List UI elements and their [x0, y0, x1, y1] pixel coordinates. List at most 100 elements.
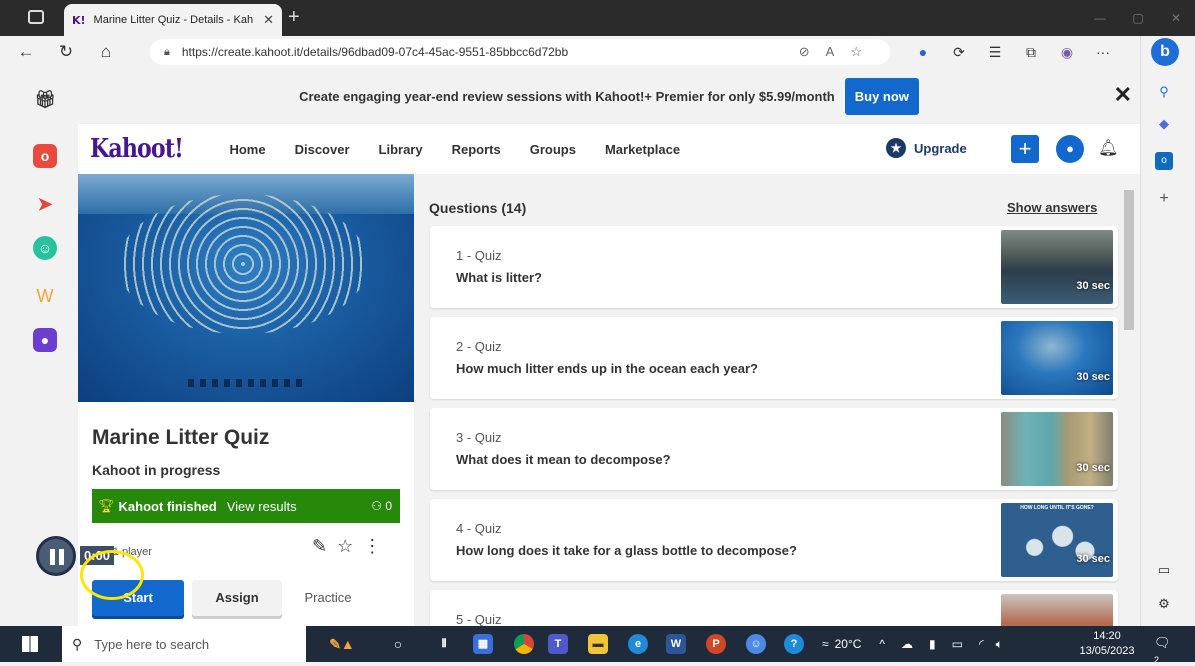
scrollbar[interactable]: [1122, 174, 1136, 626]
outlook-icon[interactable]: o: [1155, 152, 1173, 170]
usb-icon[interactable]: ▮: [929, 637, 936, 651]
app-icon[interactable]: ☺: [746, 634, 766, 654]
more-options-icon[interactable]: ⋮: [363, 536, 391, 556]
favorite-star-icon[interactable]: ☆: [337, 536, 363, 556]
app-orange-icon[interactable]: o: [33, 144, 57, 168]
weather-icon[interactable]: ≈: [822, 637, 829, 651]
app-chat-icon[interactable]: ☺: [33, 236, 57, 260]
nav-groups[interactable]: Groups: [530, 142, 576, 157]
help-icon[interactable]: ?: [784, 634, 804, 654]
add-sidebar-app-icon[interactable]: +: [1155, 190, 1173, 208]
favorite-icon[interactable]: ☆: [850, 44, 878, 59]
app-w-icon[interactable]: W: [33, 284, 57, 308]
address-bar[interactable]: 🔒︎ https://create.kahoot.it/details/96db…: [150, 39, 890, 65]
home-icon[interactable]: ⌂: [92, 42, 120, 62]
minimize-icon[interactable]: —: [1081, 0, 1119, 36]
clock-date: 13/05/2023: [1079, 645, 1135, 657]
tab-actions-icon[interactable]: [28, 10, 44, 24]
view-results-link[interactable]: View results: [227, 499, 297, 514]
question-card[interactable]: 1 - Quiz What is litter? 30 sec: [430, 226, 1118, 308]
clock[interactable]: 14:20 13/05/2023: [1078, 629, 1136, 659]
onedrive-icon[interactable]: ☁: [901, 637, 913, 651]
upgrade-button[interactable]: ★ Upgrade: [886, 138, 967, 158]
refresh-icon[interactable]: ↻: [52, 42, 80, 62]
task-view-icon[interactable]: ⫴: [434, 634, 454, 654]
sidebar-settings-icon[interactable]: ⚙: [1155, 596, 1173, 614]
nav-reports[interactable]: Reports: [452, 142, 501, 157]
practice-button[interactable]: Practice: [288, 580, 368, 616]
edit-icon[interactable]: ✎: [312, 536, 337, 556]
cursor-highlight: [80, 550, 144, 600]
favorites-icon[interactable]: ☰: [977, 44, 1013, 61]
back-icon[interactable]: ←: [12, 42, 40, 62]
question-card[interactable]: 2 - Quiz How much litter ends up in the …: [430, 317, 1118, 399]
store-icon[interactable]: ▦: [473, 634, 493, 654]
browser-tab[interactable]: K! Marine Litter Quiz - Details - Kah ✕: [64, 4, 282, 36]
cover-image: [78, 174, 414, 402]
tab-close-icon[interactable]: ✕: [263, 12, 274, 28]
kahoot-logo[interactable]: Kahoot!: [90, 134, 184, 164]
teams-icon[interactable]: T: [548, 634, 568, 654]
top-nav: Kahoot! Home Discover Library Reports Gr…: [78, 124, 1140, 174]
chrome-icon[interactable]: [514, 634, 534, 654]
weather-temp[interactable]: 20°C: [835, 637, 862, 651]
widgets-icon[interactable]: ✎▲: [318, 634, 366, 654]
nav-home[interactable]: Home: [229, 142, 265, 157]
word-icon[interactable]: W: [666, 634, 686, 654]
file-explorer-icon[interactable]: ▬: [588, 634, 608, 654]
banner-close-icon[interactable]: ✕: [1114, 82, 1132, 108]
volume-icon[interactable]: 🔈︎: [996, 637, 1003, 652]
sidebar-layout-icon[interactable]: ▭: [1155, 562, 1173, 580]
url-text: https://create.kahoot.it/details/96dbad0…: [181, 45, 569, 59]
new-tab-icon[interactable]: +: [288, 6, 300, 29]
gift-icon[interactable]: 🎁︎: [33, 88, 57, 112]
window-close-icon[interactable]: ✕: [1157, 0, 1195, 36]
kahoot-finished-bar[interactable]: 🏆︎ Kahoot finished View results ⚇ 0: [92, 489, 400, 523]
search-icon[interactable]: ⚲: [1155, 84, 1173, 102]
nav-library[interactable]: Library: [379, 142, 423, 157]
assign-button[interactable]: Assign: [192, 580, 282, 616]
buy-now-button[interactable]: Buy now: [844, 77, 919, 115]
scrollbar-thumb[interactable]: [1124, 190, 1134, 330]
extension-icon[interactable]: ⊘: [799, 44, 826, 59]
question-time: 30 sec: [1076, 553, 1110, 565]
profile-icon[interactable]: ◉: [1049, 44, 1085, 61]
nav-discover[interactable]: Discover: [295, 142, 350, 157]
nav-marketplace[interactable]: Marketplace: [605, 142, 680, 157]
edge-icon[interactable]: e: [628, 634, 648, 654]
tray-chevron-icon[interactable]: ^: [879, 637, 885, 651]
maximize-icon[interactable]: ▢: [1119, 0, 1157, 36]
question-card[interactable]: 4 - Quiz How long does it take for a gla…: [430, 499, 1118, 581]
wifi-icon[interactable]: ◜: [979, 637, 984, 651]
avatar[interactable]: ●: [1056, 135, 1084, 163]
windows-start-icon[interactable]: [22, 636, 38, 652]
bell-icon[interactable]: 🔔︎: [1098, 138, 1118, 158]
read-aloud-icon[interactable]: A: [826, 44, 851, 59]
taskbar-search[interactable]: ⚲ Type here to search: [62, 626, 306, 662]
question-thumbnail: 30 sec: [1001, 412, 1113, 486]
question-card[interactable]: 3 - Quiz What does it mean to decompose?…: [430, 408, 1118, 490]
battery-icon[interactable]: ▭: [952, 637, 963, 651]
show-answers-button[interactable]: Show answers: [1007, 200, 1097, 215]
finished-label: Kahoot finished: [118, 498, 217, 514]
shield-icon[interactable]: ●: [905, 44, 941, 60]
more-icon[interactable]: ···: [1085, 44, 1121, 60]
extensions-icon[interactable]: ⟳: [941, 44, 977, 61]
lock-icon: 🔒︎: [164, 45, 170, 58]
bing-chat-icon[interactable]: b: [1151, 38, 1179, 66]
notifications-icon[interactable]: 🗨︎2: [1154, 635, 1172, 665]
collections-icon[interactable]: ⧉: [1013, 44, 1049, 61]
shopping-icon[interactable]: ◆: [1155, 116, 1173, 134]
powerpoint-icon[interactable]: P: [706, 634, 726, 654]
question-type: 5 - Quiz: [456, 612, 502, 626]
question-card[interactable]: 5 - Quiz: [430, 590, 1118, 626]
recorder-pause-button[interactable]: [36, 536, 76, 576]
app-face-icon[interactable]: ●: [33, 328, 57, 352]
question-time: 30 sec: [1076, 462, 1110, 474]
taskbar: ⚲ Type here to search ✎▲ ○ ⫴ ▦ T ▬ e W P…: [0, 626, 1195, 665]
cortana-icon[interactable]: ○: [388, 634, 408, 654]
app-star-icon[interactable]: ➤: [33, 192, 57, 216]
browser-toolbar: ← ↻ ⌂ 🔒︎ https://create.kahoot.it/detail…: [0, 36, 1140, 68]
trophy-icon: 🏆︎: [98, 498, 115, 513]
create-button[interactable]: +: [1011, 135, 1039, 163]
